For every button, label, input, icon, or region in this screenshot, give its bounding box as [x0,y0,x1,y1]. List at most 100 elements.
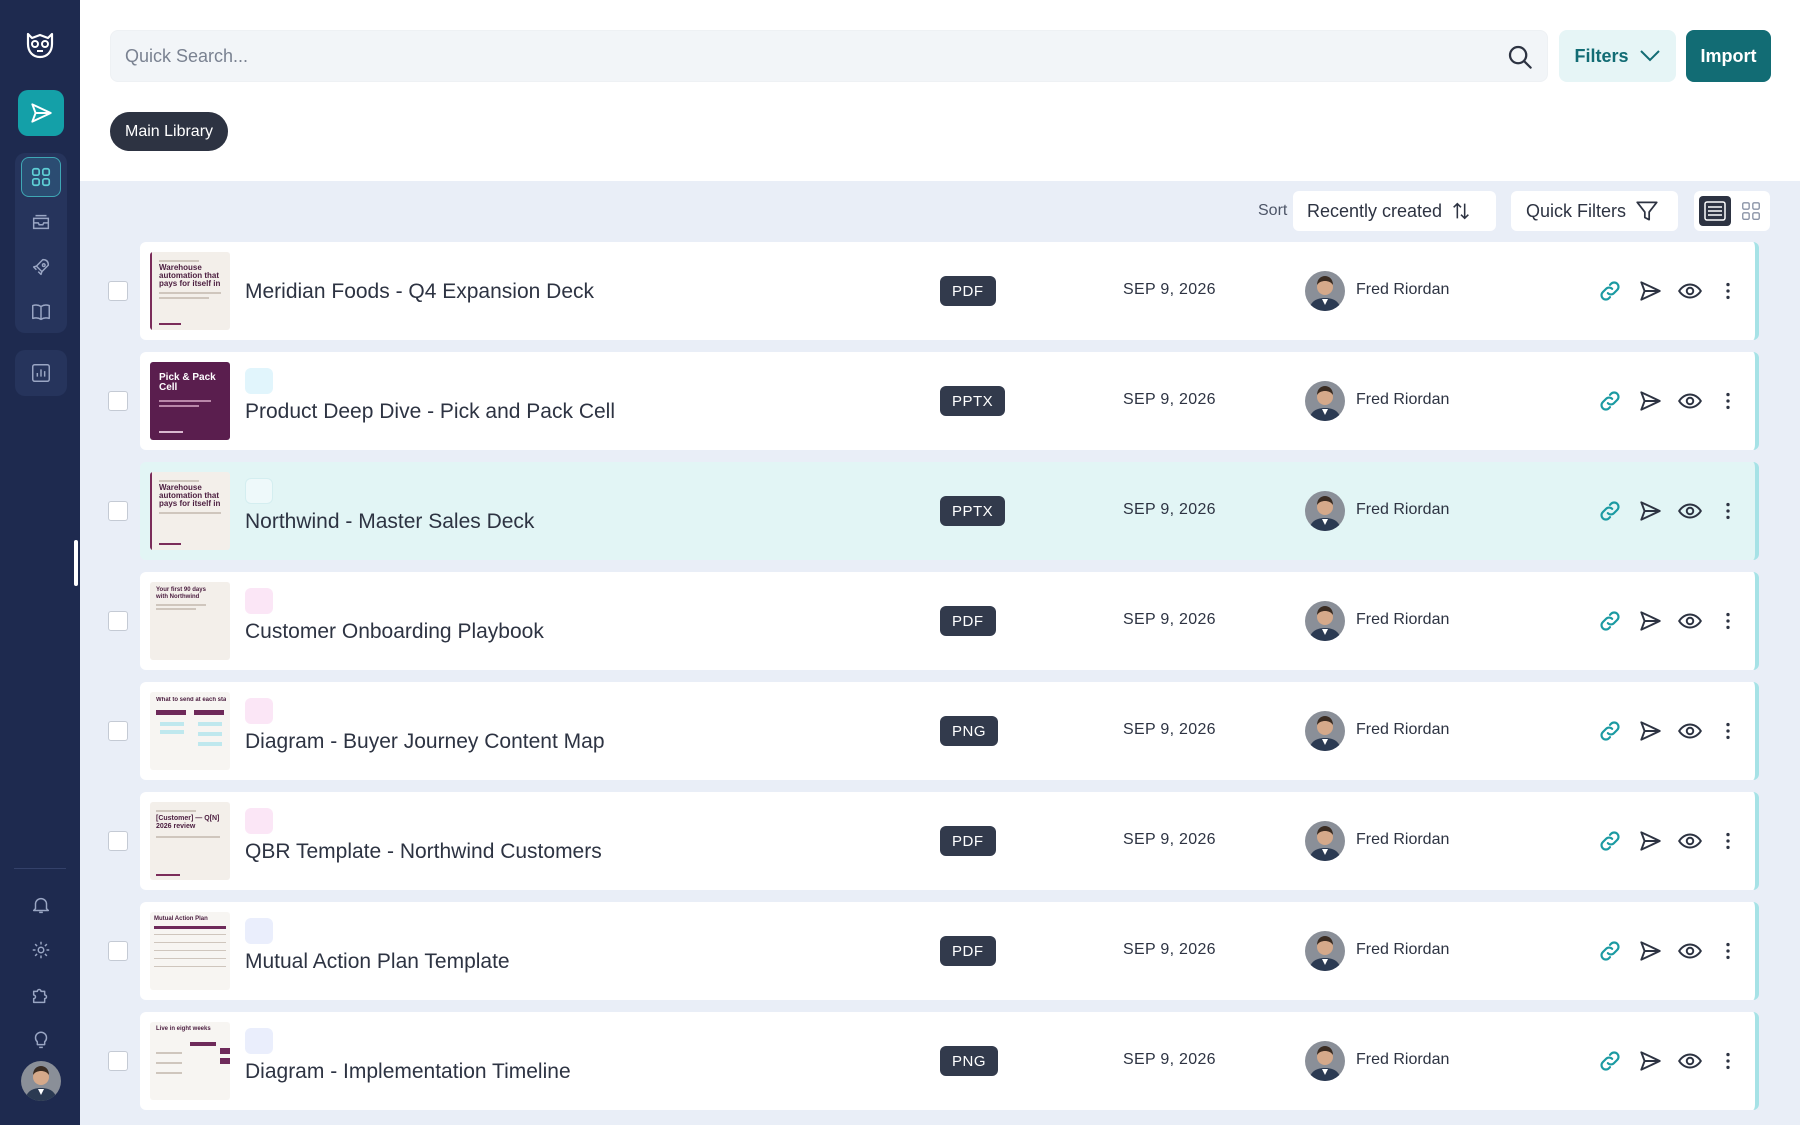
copy-link-icon[interactable] [1596,827,1624,855]
table-row[interactable]: Mutual Action Plan Mutual Action Plan Te… [108,902,1759,1000]
copy-link-icon[interactable] [1596,607,1624,635]
more-options-icon[interactable] [1714,937,1742,965]
row-checkbox[interactable] [108,721,128,741]
row-checkbox[interactable] [108,611,128,631]
file-title[interactable]: QBR Template - Northwind Customers [245,840,602,864]
grid-view-button[interactable] [1736,196,1766,226]
grid-icon [1742,202,1760,220]
sidebar-item-playbooks[interactable] [21,292,61,332]
copy-link-icon[interactable] [1596,277,1624,305]
sidebar-item-settings[interactable] [21,930,61,970]
sidebar-resize-handle[interactable] [72,538,80,588]
file-title[interactable]: Customer Onboarding Playbook [245,620,544,644]
table-row[interactable]: [Customer] — Q[N] 2026 review QBR Templa… [108,792,1759,890]
file-title[interactable]: Product Deep Dive - Pick and Pack Cell [245,400,615,424]
more-options-icon[interactable] [1714,717,1742,745]
user-avatar[interactable] [21,1061,61,1101]
sidebar-item-library[interactable] [21,157,61,197]
app-logo-icon[interactable] [22,26,58,62]
tag-chip [245,368,273,394]
send-icon[interactable] [1636,277,1664,305]
copy-link-icon[interactable] [1596,937,1624,965]
preview-eye-icon[interactable] [1676,277,1704,305]
send-icon[interactable] [1636,1047,1664,1075]
send-icon[interactable] [1636,387,1664,415]
sort-value: Recently created [1307,200,1443,221]
search-icon[interactable] [1505,42,1535,72]
sidebar-item-analytics[interactable] [21,353,61,393]
file-title[interactable]: Northwind - Master Sales Deck [245,510,534,534]
file-title[interactable]: Diagram - Buyer Journey Content Map [245,730,605,754]
send-nav-button[interactable] [18,90,64,136]
library-pill-main[interactable]: Main Library [110,112,229,151]
copy-link-icon[interactable] [1596,717,1624,745]
preview-eye-icon[interactable] [1676,827,1704,855]
preview-eye-icon[interactable] [1676,497,1704,525]
more-options-icon[interactable] [1714,607,1742,635]
more-options-icon[interactable] [1714,497,1742,525]
row-checkbox[interactable] [108,1051,128,1071]
row-checkbox[interactable] [108,941,128,961]
quick-filters-button[interactable]: Quick Filters [1511,191,1678,231]
thumbnail-heading: Warehouse automation that pays for itsel… [159,264,221,288]
send-icon[interactable] [1636,827,1664,855]
more-options-icon[interactable] [1714,277,1742,305]
tag-chip [245,478,273,504]
sidebar-item-integrations[interactable] [21,975,61,1015]
filters-button[interactable]: Filters [1559,30,1676,82]
send-icon[interactable] [1636,497,1664,525]
thumbnail-heading: Your first 90 days with Northwind [156,587,206,600]
tag-chip [245,918,273,944]
thumbnail-heading: Warehouse automation that pays for itsel… [159,484,221,508]
row-checkbox[interactable] [108,391,128,411]
copy-link-icon[interactable] [1596,497,1624,525]
sort-dropdown[interactable]: Recently created [1293,191,1496,231]
row-checkbox[interactable] [108,281,128,301]
owner-name: Fred Riordan [1356,611,1450,628]
sidebar-item-notifications[interactable] [21,885,61,925]
send-icon[interactable] [1636,607,1664,635]
sidebar-item-ideas[interactable] [21,1020,61,1060]
library-pill-label: Main Library [125,122,214,140]
preview-eye-icon[interactable] [1676,607,1704,635]
sidebar-item-inbox[interactable] [21,202,61,242]
table-row[interactable]: Warehouse automation that pays for itsel… [108,462,1759,560]
table-row[interactable]: What to send at each stage Diagram - Buy… [108,682,1759,780]
rocket-icon [32,258,50,276]
owner-avatar [1305,381,1345,421]
file-title[interactable]: Meridian Foods - Q4 Expansion Deck [245,280,594,304]
preview-eye-icon[interactable] [1676,717,1704,745]
file-type-badge: PNG [940,1046,999,1076]
file-title[interactable]: Diagram - Implementation Timeline [245,1060,571,1084]
preview-eye-icon[interactable] [1676,937,1704,965]
send-icon[interactable] [1636,717,1664,745]
table-row[interactable]: Pick & Pack Cell Product Deep Dive - Pic… [108,352,1759,450]
table-row[interactable]: Live in eight weeks Diagram - Implementa… [108,1012,1759,1110]
table-row[interactable]: Warehouse automation that pays for itsel… [108,242,1759,340]
import-button[interactable]: Import [1686,30,1771,82]
created-date: SEP 9, 2026 [1123,721,1216,738]
search-input[interactable] [125,31,1485,81]
table-row[interactable]: Your first 90 days with Northwind Custom… [108,572,1759,670]
bell-icon [32,897,50,914]
created-date: SEP 9, 2026 [1123,611,1216,628]
more-options-icon[interactable] [1714,387,1742,415]
sidebar-divider [14,868,66,869]
copy-link-icon[interactable] [1596,1047,1624,1075]
owner-avatar [1305,821,1345,861]
file-thumbnail: Warehouse automation that pays for itsel… [150,472,230,550]
created-date: SEP 9, 2026 [1123,281,1216,298]
more-options-icon[interactable] [1714,1047,1742,1075]
more-options-icon[interactable] [1714,827,1742,855]
row-checkbox[interactable] [108,501,128,521]
list-view-button[interactable] [1699,196,1731,226]
preview-eye-icon[interactable] [1676,387,1704,415]
row-checkbox[interactable] [108,831,128,851]
file-title[interactable]: Mutual Action Plan Template [245,950,510,974]
sidebar-item-launch[interactable] [21,247,61,287]
send-icon[interactable] [1636,937,1664,965]
thumbnail-heading: Pick & Pack Cell [159,372,216,393]
copy-link-icon[interactable] [1596,387,1624,415]
preview-eye-icon[interactable] [1676,1047,1704,1075]
view-toggle [1694,191,1770,231]
